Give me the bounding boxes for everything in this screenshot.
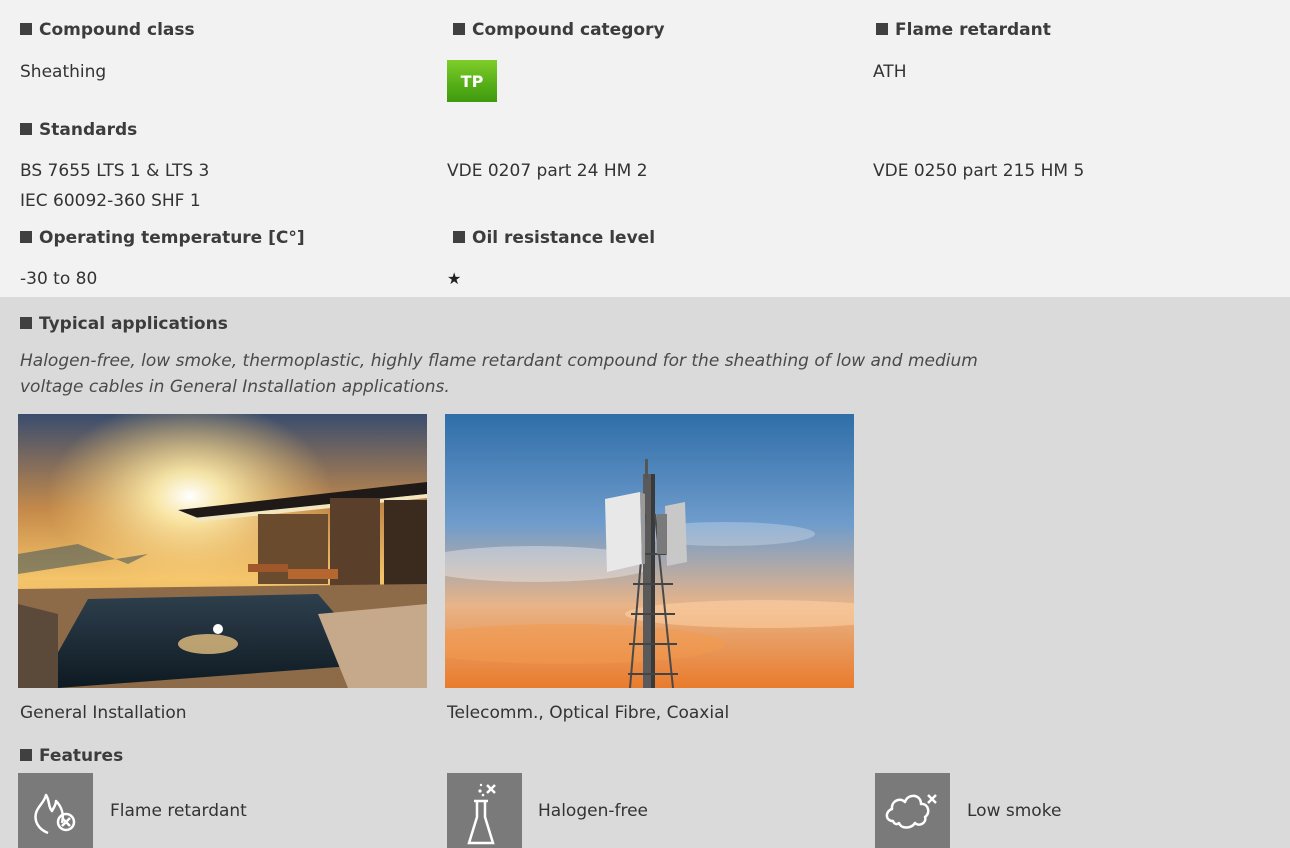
bullet-square-icon: [20, 23, 32, 35]
standard-bs7655: BS 7655 LTS 1 & LTS 3: [20, 161, 210, 181]
standards-header-text: Standards: [39, 120, 138, 140]
compound-category-header-text: Compound category: [472, 20, 665, 40]
typical-applications-description: Halogen-free, low smoke, thermoplastic, …: [20, 348, 1270, 400]
oil-resistance-header-text: Oil resistance level: [472, 228, 656, 248]
flame-retardant-header: Flame retardant: [876, 20, 1051, 40]
operating-temperature-header-text: Operating temperature [C°]: [39, 228, 305, 248]
standard-vde0207: VDE 0207 part 24 HM 2: [447, 161, 648, 181]
compound-class-header: Compound class: [20, 20, 195, 40]
compound-category-header: Compound category: [453, 20, 665, 40]
oil-resistance-star-icon: ★: [447, 269, 462, 288]
low-smoke-icon: [875, 773, 950, 848]
features-header: Features: [20, 746, 123, 766]
application-caption-telecomm: Telecomm., Optical Fibre, Coaxial: [447, 703, 730, 723]
oil-resistance-header: Oil resistance level: [453, 228, 655, 248]
feature-label-low-smoke: Low smoke: [967, 801, 1062, 821]
features-header-text: Features: [39, 746, 124, 766]
bullet-square-icon: [20, 749, 32, 761]
standards-header: Standards: [20, 120, 137, 140]
bullet-square-icon: [453, 23, 465, 35]
standard-iec60092: IEC 60092-360 SHF 1: [20, 191, 201, 211]
bullet-square-icon: [20, 317, 32, 329]
bullet-square-icon: [20, 123, 32, 135]
bullet-square-icon: [453, 231, 465, 243]
bullet-square-icon: [20, 231, 32, 243]
typical-applications-header-text: Typical applications: [39, 314, 228, 334]
description-line-1: Halogen-free, low smoke, thermoplastic, …: [20, 351, 978, 371]
feature-label-halogen-free: Halogen-free: [538, 801, 649, 821]
halogen-free-icon: [447, 773, 522, 848]
modern-house-pool-icon: [18, 414, 427, 688]
compound-category-badge: TP: [447, 60, 497, 102]
properties-panel: [0, 0, 1290, 297]
bullet-square-icon: [876, 23, 888, 35]
compound-class-value: Sheathing: [20, 62, 107, 82]
standard-vde0250: VDE 0250 part 215 HM 5: [873, 161, 1085, 181]
description-line-2: voltage cables in General Installation a…: [20, 377, 450, 397]
compound-class-header-text: Compound class: [39, 20, 195, 40]
feature-label-flame-retardant: Flame retardant: [110, 801, 247, 821]
compound-datasheet: Compound class Sheathing Compound catego…: [0, 0, 1290, 848]
flame-retardant-header-text: Flame retardant: [895, 20, 1051, 40]
telecom-tower-photo: [445, 414, 854, 688]
operating-temperature-header: Operating temperature [C°]: [20, 228, 305, 248]
typical-applications-header: Typical applications: [20, 314, 228, 334]
flame-retardant-icon: [18, 773, 93, 848]
operating-temperature-value: -30 to 80: [20, 269, 98, 289]
flame-retardant-value: ATH: [873, 62, 907, 82]
modern-house-pool-photo: [18, 414, 427, 688]
application-caption-general-installation: General Installation: [20, 703, 187, 723]
telecom-tower-icon: [445, 414, 854, 688]
